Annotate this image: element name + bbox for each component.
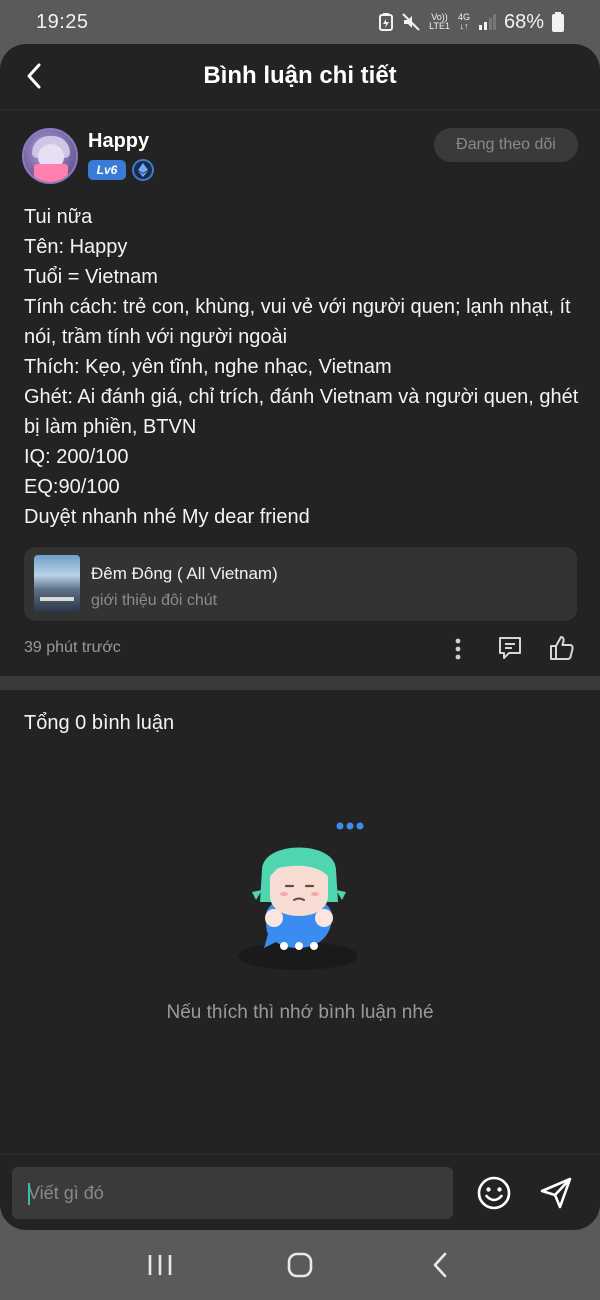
battery-percent: 68% <box>503 10 544 33</box>
comment-icon <box>499 637 521 659</box>
chevron-left-icon <box>433 1252 447 1278</box>
post-time: 39 phút trước <box>24 639 121 656</box>
header: Bình luận chi tiết <box>0 44 600 110</box>
emoji-icon <box>477 1176 511 1210</box>
status-icons: Vo)) LTE1 4G ↓↑ 68% <box>379 11 564 34</box>
post-line: Duyệt nhanh nhé My dear friend <box>24 506 310 528</box>
empty-comments-illustration <box>238 822 364 970</box>
comment-button[interactable] <box>496 634 524 662</box>
network-label: Vo)) LTE1 <box>429 12 450 31</box>
send-button[interactable] <box>538 1175 574 1211</box>
post-body: Tui nữa Tên: Happy Tuổi = Vietnam Tính c… <box>24 202 580 532</box>
post-line: IQ: 200/100 <box>24 446 129 468</box>
attachment-card[interactable]: Đêm Đông ( All Vietnam) giới thiệu đôi c… <box>24 547 577 621</box>
recent-apps-icon <box>148 1255 172 1275</box>
attachment-title: Đêm Đông ( All Vietnam) <box>91 564 278 583</box>
post-line: Tính cách: trẻ con, khùng, vui vẻ với ng… <box>24 296 571 348</box>
comment-input[interactable] <box>12 1167 453 1219</box>
avatar[interactable] <box>22 128 78 184</box>
empty-comments-message: Nếu thích thì nhớ bình luận nhé <box>166 1002 434 1023</box>
author-name[interactable]: Happy <box>88 130 149 153</box>
data-type-label: 4G ↓↑ <box>457 12 470 31</box>
post-line: Tuổi = Vietnam <box>24 266 158 288</box>
section-divider <box>0 676 600 690</box>
system-nav-bar <box>0 1230 600 1300</box>
battery-icon <box>552 12 564 32</box>
post-meta-row: 39 phút trước <box>24 634 576 664</box>
level-badge: Lv6 <box>88 160 126 180</box>
status-bar: 19:25 Vo)) LTE1 4G ↓↑ 68% <box>0 0 600 44</box>
home-button[interactable] <box>270 1240 330 1290</box>
system-back-button[interactable] <box>410 1240 470 1290</box>
comment-composer <box>0 1154 600 1230</box>
post-line: Tui nữa <box>24 206 93 228</box>
attachment-thumbnail <box>34 555 80 613</box>
follow-button[interactable]: Đang theo dõi <box>434 128 578 162</box>
text-cursor <box>28 1183 30 1205</box>
more-vertical-icon <box>455 638 461 660</box>
emoji-button[interactable] <box>476 1175 512 1211</box>
thumbs-up-icon <box>550 636 574 660</box>
home-icon <box>287 1252 313 1278</box>
post-line: Thích: Kẹo, yên tĩnh, nghe nhạc, Vietnam <box>24 356 392 378</box>
like-button[interactable] <box>548 634 576 662</box>
battery-saver-icon <box>379 13 394 31</box>
signal-icon <box>478 14 496 30</box>
more-options-button[interactable] <box>446 636 470 662</box>
send-icon <box>540 1177 572 1209</box>
mute-icon <box>402 13 420 31</box>
page-title: Bình luận chi tiết <box>203 62 397 89</box>
status-time: 19:25 <box>36 10 89 33</box>
ethereum-badge-icon <box>132 159 154 181</box>
attachment-subtitle: giới thiệu đôi chút <box>91 592 218 609</box>
comments-count: Tổng 0 bình luận <box>24 712 175 734</box>
post-line: Ghét: Ai đánh giá, chỉ trích, đánh Vietn… <box>24 386 579 438</box>
author-row: Happy Lv6 Đang theo dõi <box>22 128 578 188</box>
recent-apps-button[interactable] <box>130 1240 190 1290</box>
app-panel: Bình luận chi tiết Happy Lv6 Đang theo d… <box>0 44 600 1230</box>
post-line: Tên: Happy <box>24 236 128 258</box>
post-line: EQ:90/100 <box>24 476 120 498</box>
